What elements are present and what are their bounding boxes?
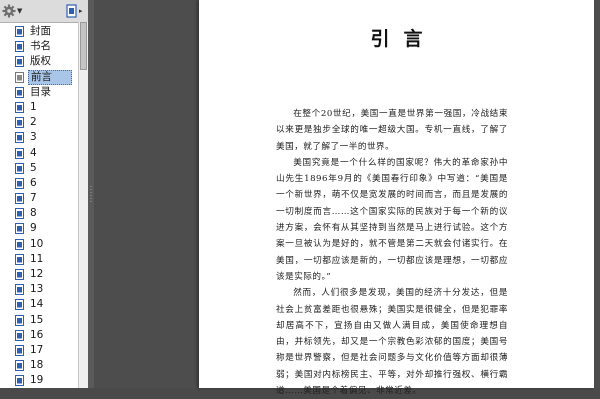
page-icon <box>15 360 24 372</box>
bookmark-item[interactable]: 3 <box>0 130 78 145</box>
bookmark-label: 书名 <box>30 40 51 53</box>
page-icon <box>15 269 24 280</box>
bookmark-label: 目录 <box>30 85 51 98</box>
bookmark-item[interactable]: 17 <box>0 343 78 358</box>
bookmark-label: 1 <box>30 100 37 113</box>
bookmark-item[interactable]: 18 <box>0 358 78 373</box>
bookmark-label: 13 <box>30 283 44 296</box>
page-icon <box>15 344 24 356</box>
bookmark-item[interactable]: 1 <box>0 100 78 115</box>
page-icon <box>15 86 24 98</box>
page-icon <box>15 314 24 326</box>
bookmark-item[interactable]: 4 <box>0 146 78 161</box>
options-menu-button[interactable]: ▼ <box>2 3 22 19</box>
bookmark-label: 17 <box>30 343 44 356</box>
page-icon <box>15 101 24 113</box>
bookmark-item[interactable]: 2 <box>0 115 78 130</box>
bookmark-item[interactable]: 14 <box>0 297 78 312</box>
bookmark-label: 11 <box>30 252 44 265</box>
page-icon <box>15 193 24 205</box>
page-title: 引言 <box>370 28 437 50</box>
bookmark-label: 10 <box>30 237 44 250</box>
paragraph: 然而，人们很多是发现，美国的经济十分发达，但是社会上贫富差距也很悬殊；美国实是很… <box>276 288 508 397</box>
bookmarks-panel: ▼ ▸ 封面 书名 版权 前言 目录 1 2 3 4 5 6 7 8 9 10 11 12 13 14 15 16 17 1… <box>0 0 88 388</box>
bookmark-item[interactable]: 9 <box>0 221 78 236</box>
bookmark-label: 5 <box>30 161 37 174</box>
bookmark-item[interactable]: 12 <box>0 267 78 282</box>
gear-icon <box>2 4 16 18</box>
bookmark-item[interactable]: 目录 <box>0 85 78 100</box>
bookmark-item[interactable]: 8 <box>0 206 78 221</box>
bookmark-label: 6 <box>30 176 37 189</box>
bookmark-item[interactable]: 15 <box>0 313 78 328</box>
bookmark-item[interactable]: 11 <box>0 252 78 267</box>
page-icon <box>15 375 24 387</box>
document-icon <box>66 4 77 18</box>
bookmark-item[interactable]: 19 <box>0 373 78 388</box>
page-icon <box>15 223 24 235</box>
page-icon <box>15 71 24 83</box>
document-page: 引言 在整个20世纪，美国一直是世界第一强国，冷战结束以来更是独步全球的唯一超级… <box>199 0 594 396</box>
bookmark-item[interactable]: 7 <box>0 191 78 206</box>
page-icon <box>15 208 24 220</box>
bookmark-item[interactable]: 10 <box>0 237 78 252</box>
chevron-down-icon: ▼ <box>17 7 23 15</box>
page-body: 在整个20世纪，美国一直是世界第一强国，冷战结束以来更是独步全球的唯一超级大国。… <box>276 106 508 399</box>
page-icon <box>15 147 24 159</box>
bookmark-item[interactable]: 16 <box>0 328 78 343</box>
bookmark-label: 9 <box>30 222 37 235</box>
bookmark-label: 版权 <box>30 55 51 68</box>
page-icon <box>15 132 24 144</box>
bookmark-label: 19 <box>30 374 44 387</box>
bookmarks-toolbar: ▼ ▸ <box>0 0 88 23</box>
bookmark-item[interactable]: 书名 <box>0 39 78 54</box>
view-options-button[interactable]: ▸ <box>66 3 83 19</box>
page-icon <box>15 117 24 129</box>
page-icon <box>15 162 24 174</box>
page-icon <box>15 253 24 265</box>
page-icon <box>15 41 24 53</box>
bookmark-label: 18 <box>30 359 44 372</box>
bookmark-label: 3 <box>30 131 37 144</box>
bookmark-item[interactable]: 封面 <box>0 24 78 39</box>
page-icon <box>15 299 24 311</box>
bookmark-label: 2 <box>30 116 37 129</box>
paragraph: 在整个20世纪，美国一直是世界第一强国，冷战结束以来更是独步全球的唯一超级大国。… <box>276 109 508 152</box>
page-icon <box>15 177 24 189</box>
page-icon <box>15 26 24 37</box>
sidebar-scrollbar[interactable] <box>78 22 88 388</box>
bookmark-label: 封面 <box>30 25 51 37</box>
bookmark-label: 15 <box>30 313 44 326</box>
chevron-down-icon: ▸ <box>79 7 83 15</box>
bookmark-label: 14 <box>30 298 44 311</box>
bookmark-list: 封面 书名 版权 前言 目录 1 2 3 4 5 6 7 8 9 10 11 12 13 14 15 16 17 18 19 <box>0 24 78 388</box>
bookmark-item[interactable]: 版权 <box>0 54 78 69</box>
bookmark-label: 7 <box>30 192 37 205</box>
bookmark-label: 前言 <box>28 69 72 85</box>
paragraph: 美国究竟是一个什么样的国家呢？伟大的革命家孙中山先生1896年9月的《美国春行印… <box>276 157 508 282</box>
page-icon <box>15 56 24 68</box>
bookmark-label: 4 <box>30 146 37 159</box>
page-icon <box>15 284 24 296</box>
scrollbar-thumb[interactable] <box>80 22 87 70</box>
page-icon <box>15 329 24 341</box>
bookmark-item[interactable]: 前言 <box>0 69 78 85</box>
bookmark-label: 12 <box>30 268 44 280</box>
grip-icon <box>90 185 92 203</box>
page-icon <box>15 238 24 250</box>
bookmark-item[interactable]: 5 <box>0 161 78 176</box>
bookmark-item[interactable]: 6 <box>0 176 78 191</box>
bookmark-item[interactable]: 13 <box>0 282 78 297</box>
bookmark-label: 16 <box>30 328 44 341</box>
bookmark-label: 8 <box>30 207 37 220</box>
document-view[interactable]: 引言 在整个20世纪，美国一直是世界第一强国，冷战结束以来更是独步全球的唯一超级… <box>94 0 600 396</box>
